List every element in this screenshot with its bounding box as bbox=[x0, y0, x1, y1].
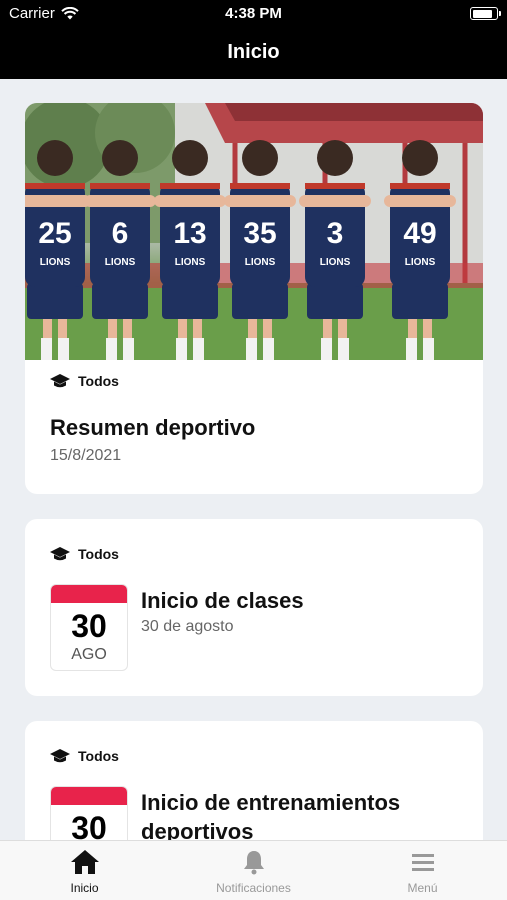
graduation-cap-icon bbox=[50, 374, 70, 388]
jersey-number: 25 bbox=[38, 217, 71, 250]
tab-label: Inicio bbox=[70, 881, 99, 895]
tab-menu[interactable]: Menú bbox=[338, 849, 507, 895]
status-bar: Carrier 4:38 PM bbox=[0, 0, 507, 28]
calendar-date-badge: 30 AGO bbox=[50, 584, 128, 671]
news-date: 15/8/2021 bbox=[50, 447, 122, 464]
feed-card-news[interactable]: 25 LIONS 6 LIONS 13 LIONS 35 LIONS 3 LIONS 49 LIONS… bbox=[25, 103, 483, 494]
jersey-number: 3 bbox=[327, 217, 344, 250]
tab-bar: Inicio Notificaciones Menú bbox=[0, 840, 507, 900]
event-title: Inicio de entrenamientos deportivos bbox=[141, 790, 401, 840]
calendar-header bbox=[51, 585, 127, 603]
feed[interactable]: 25 LIONS 6 LIONS 13 LIONS 35 LIONS 3 LIONS 49 LIONS… bbox=[0, 79, 507, 840]
audience-tag: Todos bbox=[50, 546, 119, 562]
calendar-header bbox=[51, 787, 127, 805]
jersey-text: LIONS bbox=[405, 257, 436, 268]
jersey-text: LIONS bbox=[175, 257, 206, 268]
audience-tag: Todos bbox=[50, 373, 119, 389]
tab-notificaciones[interactable]: Notificaciones bbox=[169, 849, 338, 895]
graduation-cap-icon bbox=[50, 547, 70, 561]
feed-card-event[interactable]: Todos 30 AGO Inicio de clases 30 de agos… bbox=[25, 519, 483, 696]
feed-card-event[interactable]: Todos 30 Inicio de entrenamientos deport… bbox=[25, 721, 483, 840]
calendar-day: 30 bbox=[71, 810, 107, 840]
team-photo: 25 LIONS 6 LIONS 13 LIONS 35 LIONS 3 LIONS 49 LIONS bbox=[25, 103, 483, 360]
jersey-number: 6 bbox=[112, 217, 129, 250]
tab-label: Menú bbox=[407, 881, 438, 895]
jersey-text: LIONS bbox=[105, 257, 136, 268]
news-title: Resumen deportivo bbox=[50, 415, 256, 440]
jersey-text: LIONS bbox=[245, 257, 276, 268]
graduation-cap-icon bbox=[50, 749, 70, 763]
event-title: Inicio de clases bbox=[141, 588, 304, 613]
tab-label: Notificaciones bbox=[216, 881, 291, 895]
audience-label: Todos bbox=[78, 546, 119, 562]
audience-label: Todos bbox=[78, 373, 119, 389]
jersey-number: 49 bbox=[403, 217, 436, 250]
audience-label: Todos bbox=[78, 748, 119, 764]
calendar-date-badge: 30 bbox=[50, 786, 128, 840]
battery-icon bbox=[470, 7, 501, 20]
audience-tag: Todos bbox=[50, 748, 119, 764]
jersey-number: 35 bbox=[243, 217, 276, 250]
home-icon bbox=[70, 850, 99, 874]
event-date: 30 de agosto bbox=[141, 618, 234, 635]
page-title: Inicio bbox=[0, 28, 507, 79]
menu-icon bbox=[411, 854, 434, 871]
jersey-text: LIONS bbox=[40, 257, 71, 268]
calendar-month: AGO bbox=[71, 646, 107, 663]
bell-icon bbox=[243, 851, 264, 875]
status-time: 4:38 PM bbox=[225, 5, 282, 22]
jersey-number: 13 bbox=[173, 217, 206, 250]
calendar-day: 30 bbox=[71, 608, 107, 644]
jersey-text: LIONS bbox=[320, 257, 351, 268]
tab-inicio[interactable]: Inicio bbox=[0, 849, 169, 895]
